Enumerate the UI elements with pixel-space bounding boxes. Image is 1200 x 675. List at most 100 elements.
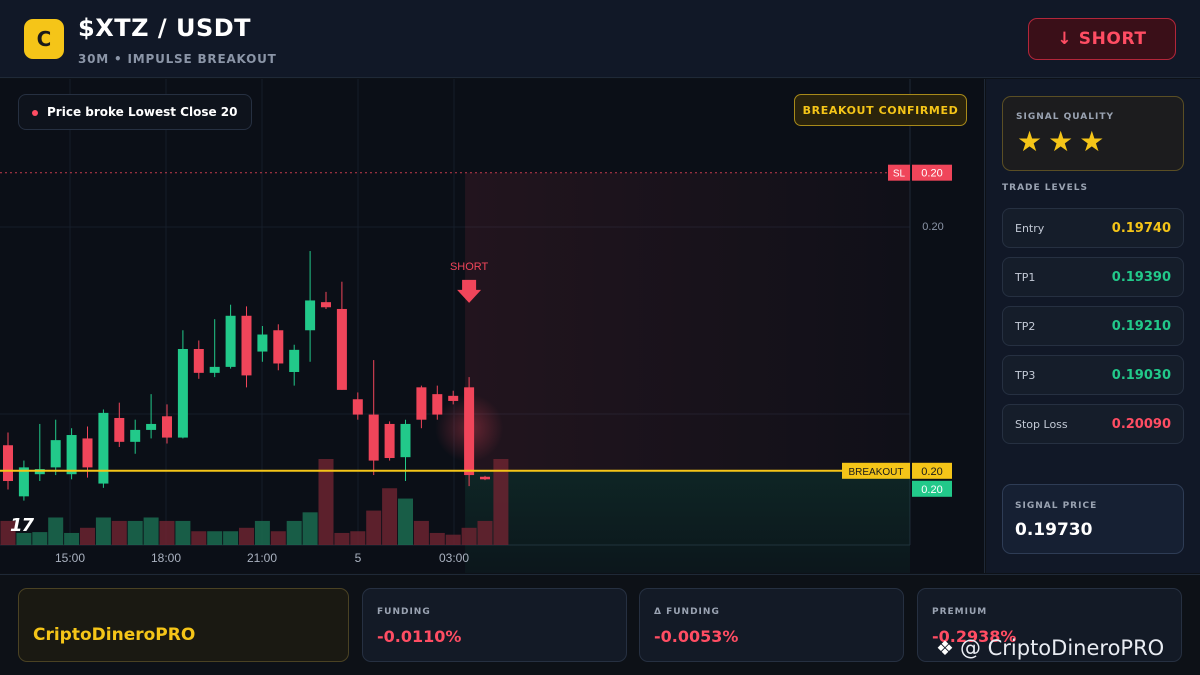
metric-label: Δ FUNDING: [654, 607, 720, 617]
candles: [3, 251, 490, 501]
candle-body: [114, 417, 125, 442]
info-pill-text: Price broke Lowest Close 20: [47, 105, 238, 119]
candle-body: [98, 412, 109, 484]
volume-bar: [223, 531, 239, 545]
candle-body: [368, 414, 379, 461]
level-value: 0.19740: [1111, 221, 1171, 236]
level-value: 0.20090: [1111, 417, 1171, 432]
volume-bar: [270, 531, 286, 545]
level-name: Entry: [1015, 222, 1045, 235]
binance-logo-icon: ❖: [936, 636, 954, 660]
candle-body: [50, 440, 61, 468]
candle-body: [130, 429, 141, 442]
level-tp2: TP2 0.19210: [1002, 306, 1184, 346]
short-button[interactable]: ↓ SHORT: [1028, 18, 1176, 60]
volume-bar: [127, 520, 143, 545]
volume-bar: [64, 532, 80, 545]
candle-body: [225, 315, 236, 367]
volume-bar: [191, 531, 207, 545]
signal-price-card: SIGNAL PRICE 0.19730: [1002, 484, 1184, 554]
breakout-price-label: 0.20: [921, 466, 942, 478]
volume-bar: [254, 520, 270, 545]
metric-label: FUNDING: [377, 607, 431, 617]
candle-body: [289, 349, 300, 372]
time-axis-label: 03:00: [439, 551, 469, 565]
volume-bar: [80, 527, 95, 545]
stop-loss-zone: [465, 172, 910, 471]
candle-body: [209, 366, 220, 373]
candle-body: [162, 416, 172, 438]
volume-bar: [175, 520, 191, 545]
candle-body: [241, 315, 252, 376]
trade-zones: [465, 172, 910, 573]
candle-body: [177, 348, 188, 438]
time-axis-label: 21:00: [247, 551, 277, 565]
signal-price-label: SIGNAL PRICE: [1015, 501, 1098, 511]
time-axis-label: 15:00: [55, 551, 85, 565]
watermark-text: @ CriptoDineroPRO: [959, 636, 1165, 660]
volume-bar: [111, 520, 127, 545]
brand-card: CriptoDineroPRO: [18, 588, 349, 662]
short-marker-label: SHORT: [450, 261, 489, 273]
candle-body: [82, 438, 93, 468]
metric-value: -0.0053%: [654, 627, 739, 646]
volume-bar: [382, 488, 398, 545]
header: C $XTZ / USDT 30M • IMPULSE BREAKOUT ↓ S…: [0, 0, 1200, 78]
app-logo: C: [24, 19, 64, 59]
volume-bars: [0, 459, 509, 545]
time-axis-label: 18:00: [151, 551, 181, 565]
chart-canvas: SHORT 0.20 SL 0.20 BREAKOUT 0.20 0.20 15:00 18:0…: [0, 79, 952, 573]
level-value: 0.19030: [1111, 368, 1171, 383]
metric-funding: FUNDING -0.0110%: [362, 588, 627, 662]
candle-body: [384, 423, 395, 459]
candle-body: [480, 476, 490, 480]
level-name: TP2: [1015, 320, 1036, 333]
metric-label: PREMIUM: [932, 607, 988, 617]
metric-delta-funding: Δ FUNDING -0.0053%: [639, 588, 904, 662]
level-tp1: TP1 0.19390: [1002, 257, 1184, 297]
breakout-info-pill: Price broke Lowest Close 20: [18, 94, 253, 130]
level-stop-loss: Stop Loss 0.20090: [1002, 404, 1184, 444]
candle-body: [257, 334, 268, 352]
level-name: TP1: [1015, 271, 1036, 284]
candle-body: [305, 300, 316, 331]
watermark: ❖ @ CriptoDineroPRO: [936, 636, 1164, 660]
signal-sidebar: SIGNAL QUALITY ★★★ TRADE LEVELS Entry 0.…: [986, 79, 1200, 573]
level-entry: Entry 0.19740: [1002, 208, 1184, 248]
candle-body: [352, 399, 363, 415]
take-profit-zone: [465, 470, 910, 573]
level-value: 0.19390: [1111, 270, 1171, 285]
volume-bar: [366, 510, 382, 545]
volume-bar: [239, 527, 254, 545]
metric-value: -0.0110%: [377, 627, 462, 646]
candle-body: [321, 302, 331, 308]
volume-bar: [143, 517, 159, 545]
volume-bar: [413, 520, 429, 545]
price-axis-label: 0.20: [922, 221, 943, 233]
volume-bar: [159, 520, 175, 545]
time-axis-label: 5: [355, 551, 362, 565]
breakout-tag-label: BREAKOUT: [848, 467, 903, 478]
candle-body: [273, 330, 284, 364]
level-value: 0.19210: [1111, 319, 1171, 334]
level-tp3: TP3 0.19030: [1002, 355, 1184, 395]
price-chart[interactable]: SHORT 0.20 SL 0.20 BREAKOUT 0.20 0.20 15:00 18:0…: [0, 79, 985, 573]
volume-bar: [445, 534, 461, 545]
sl-price-label: 0.20: [921, 168, 942, 180]
level-name: Stop Loss: [1015, 418, 1068, 431]
candle-body: [336, 308, 347, 390]
volume-bar: [32, 532, 48, 545]
volume-bar: [493, 459, 509, 545]
pair-title: $XTZ / USDT: [78, 14, 252, 42]
candle-body: [146, 423, 157, 430]
volume-bar: [429, 532, 445, 545]
volume-bar: [95, 517, 111, 545]
volume-bar: [350, 531, 366, 545]
volume-bar: [334, 532, 350, 545]
trade-levels-label: TRADE LEVELS: [1002, 183, 1088, 193]
candle-body: [3, 445, 13, 482]
candle-body: [193, 348, 204, 373]
volume-bar: [318, 459, 334, 545]
red-dot-icon: [32, 110, 38, 116]
star-rating-icon: ★★★: [1017, 125, 1111, 158]
